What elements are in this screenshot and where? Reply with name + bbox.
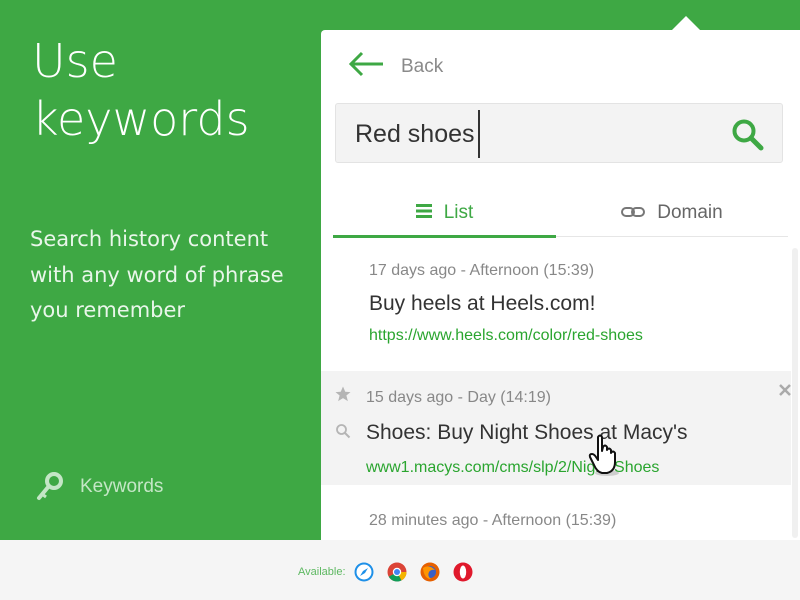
link-icon — [621, 202, 646, 224]
back-label: Back — [401, 55, 444, 77]
tab-list[interactable]: List — [333, 190, 556, 236]
promo-title-line1: Use — [32, 34, 118, 88]
available-label: Available: — [298, 566, 346, 578]
arrow-left-icon — [347, 50, 385, 83]
close-icon[interactable] — [778, 383, 792, 402]
opera-icon[interactable] — [453, 562, 473, 582]
promo-feature: Keywords — [36, 472, 163, 502]
item-meta: 15 days ago - Day (14:19) — [366, 389, 551, 406]
item-title[interactable]: Buy heels at Heels.com! — [369, 292, 595, 316]
footer-bar: Available: — [0, 540, 800, 600]
item-meta: 28 minutes ago - Afternoon (15:39) — [369, 512, 617, 529]
tab-domain[interactable]: Domain — [556, 190, 788, 236]
promo-description: Search history content with any word of … — [30, 227, 284, 322]
text-caret — [477, 110, 480, 158]
tab-list-label: List — [443, 202, 474, 223]
promo-feature-label: Keywords — [80, 476, 164, 497]
view-tabs: List Domain — [333, 190, 788, 238]
chrome-icon[interactable] — [387, 562, 407, 582]
safari-icon[interactable] — [354, 562, 374, 582]
search-similar-icon[interactable] — [335, 423, 351, 444]
list-item[interactable]: 28 minutes ago - Afternoon (15:39) — [321, 486, 791, 540]
scrollbar[interactable] — [792, 248, 798, 538]
active-tab-indicator — [333, 235, 556, 238]
star-icon[interactable] — [334, 385, 352, 408]
promo-title: Use keywords — [32, 32, 250, 148]
tab-domain-label: Domain — [657, 202, 723, 223]
item-title[interactable]: Shoes: Buy Night Shoes at Macy's — [366, 421, 688, 445]
search-value: Red shoes — [355, 119, 475, 148]
item-url[interactable]: https://www.heels.com/color/red-shoes — [369, 327, 643, 345]
back-button[interactable]: Back — [347, 50, 443, 83]
firefox-icon[interactable] — [420, 562, 440, 582]
history-panel: Back Red shoes List Domain 17 days ago -… — [321, 30, 800, 540]
list-icon — [415, 202, 432, 224]
search-value-wrap: Red shoes — [355, 110, 480, 158]
key-icon — [36, 472, 64, 502]
list-item[interactable]: 17 days ago - Afternoon (15:39) Buy heel… — [321, 240, 791, 370]
hand-cursor-icon — [587, 433, 625, 484]
item-meta: 17 days ago - Afternoon (15:39) — [369, 262, 595, 279]
list-item[interactable]: 15 days ago - Day (14:19) Shoes: Buy Nig… — [321, 371, 791, 485]
panel-notch — [672, 16, 700, 30]
search-input[interactable]: Red shoes — [335, 103, 783, 163]
search-icon[interactable] — [731, 118, 765, 157]
promo-title-line2: keywords — [32, 92, 250, 146]
